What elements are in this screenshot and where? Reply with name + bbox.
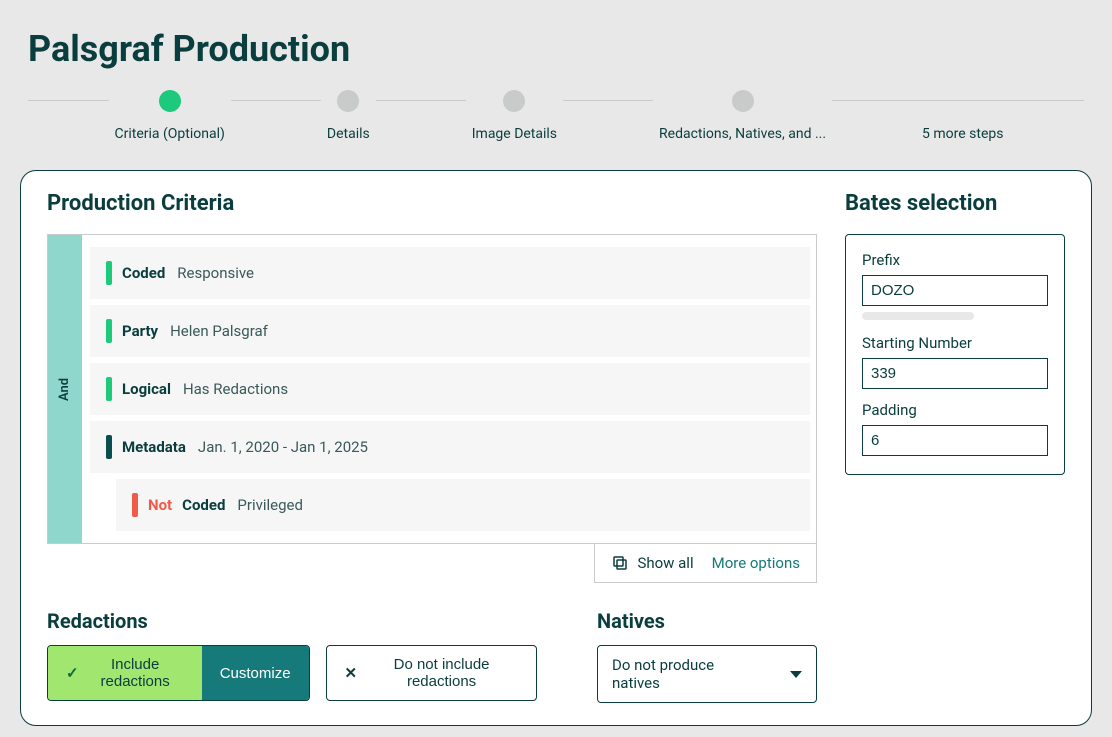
step-dot-icon [503, 90, 525, 112]
padding-input[interactable] [862, 425, 1048, 456]
field-gap-bar [862, 312, 974, 320]
redactions-section: Redactions ✓ Include redactions Customiz… [47, 583, 537, 703]
step-details[interactable]: Details [321, 90, 376, 142]
criteria-rows: Coded Responsive Party Helen Palsgraf Lo… [82, 235, 816, 543]
criteria-bar-icon [106, 319, 112, 343]
include-redactions-button[interactable]: ✓ Include redactions [48, 646, 202, 700]
bates-section-title: Bates selection [845, 191, 1065, 216]
criteria-value: Privileged [237, 496, 303, 514]
include-redactions-label: Include redactions [87, 656, 184, 690]
redactions-title: Redactions [47, 609, 537, 633]
starting-number-label: Starting Number [862, 334, 1048, 352]
criteria-value: Jan. 1, 2020 - Jan 1, 2025 [198, 438, 368, 456]
step-label: Redactions, Natives, and ... [659, 126, 826, 142]
bottom-row: Redactions ✓ Include redactions Customiz… [47, 583, 817, 703]
chevron-down-icon [790, 671, 802, 678]
criteria-row[interactable]: Metadata Jan. 1, 2020 - Jan 1, 2025 [90, 421, 810, 473]
criteria-row-nested[interactable]: Not Coded Privileged [116, 479, 810, 531]
criteria-not-label: Not [148, 496, 172, 514]
prefix-label: Prefix [862, 251, 1048, 269]
criteria-label: Metadata [122, 438, 186, 456]
step-redactions-natives[interactable]: Redactions, Natives, and ... [653, 90, 832, 142]
show-all-label: Show all [637, 554, 693, 572]
criteria-block: And Coded Responsive Party Helen Palsgra… [47, 234, 817, 544]
criteria-value: Has Redactions [183, 380, 288, 398]
criteria-row[interactable]: Coded Responsive [90, 247, 810, 299]
customize-label: Customize [220, 665, 291, 682]
show-all-button[interactable]: Show all [611, 554, 693, 572]
criteria-value: Responsive [177, 264, 254, 282]
criteria-operator-label: And [57, 377, 72, 400]
step-dot-icon [337, 90, 359, 112]
stepper: Criteria (Optional) Details Image Detail… [0, 90, 1112, 170]
starting-number-input[interactable] [862, 358, 1048, 389]
step-image-details[interactable]: Image Details [466, 90, 563, 142]
criteria-bar-icon [106, 377, 112, 401]
step-dot-icon [732, 90, 754, 112]
criteria-column: Production Criteria And Coded Responsive… [47, 191, 817, 703]
criteria-value: Helen Palsgraf [170, 322, 268, 340]
natives-section: Natives Do not produce natives [597, 583, 817, 703]
exclude-redactions-label: Do not include redactions [365, 656, 518, 690]
customize-redactions-button[interactable]: Customize [202, 646, 309, 700]
step-criteria[interactable]: Criteria (Optional) [109, 90, 231, 142]
criteria-toolbar: Show all More options [594, 544, 817, 583]
prefix-input[interactable] [862, 275, 1048, 306]
criteria-label: Coded [182, 496, 225, 514]
natives-selected-label: Do not produce natives [612, 656, 760, 692]
criteria-row[interactable]: Party Helen Palsgraf [90, 305, 810, 357]
step-dot-icon [159, 90, 181, 112]
step-label: Details [327, 126, 370, 142]
exclude-redactions-button[interactable]: ✕ Do not include redactions [326, 645, 537, 701]
page-title: Palsgraf Production [0, 0, 1112, 90]
criteria-label: Party [122, 322, 158, 340]
step-overflow-label[interactable]: 5 more steps [922, 90, 1003, 142]
main-card: Production Criteria And Coded Responsive… [20, 170, 1092, 726]
step-label: Image Details [472, 126, 557, 142]
more-options-link[interactable]: More options [712, 554, 800, 572]
criteria-section-title: Production Criteria [47, 191, 817, 216]
criteria-label: Coded [122, 264, 165, 282]
bates-box: Prefix Starting Number Padding [845, 234, 1065, 475]
x-icon: ✕ [345, 664, 358, 682]
criteria-operator-rail: And [48, 235, 82, 543]
bates-column: Bates selection Prefix Starting Number P… [845, 191, 1065, 703]
criteria-label: Logical [122, 380, 171, 398]
step-label: Criteria (Optional) [115, 126, 225, 142]
copy-icon [611, 554, 629, 572]
padding-label: Padding [862, 401, 1048, 419]
criteria-bar-icon [106, 435, 112, 459]
criteria-bar-icon [106, 261, 112, 285]
natives-title: Natives [597, 609, 817, 633]
check-icon: ✓ [66, 664, 79, 682]
criteria-bar-icon [132, 493, 138, 517]
natives-select[interactable]: Do not produce natives [597, 645, 817, 703]
criteria-row[interactable]: Logical Has Redactions [90, 363, 810, 415]
redactions-toggle: ✓ Include redactions Customize [47, 645, 310, 701]
